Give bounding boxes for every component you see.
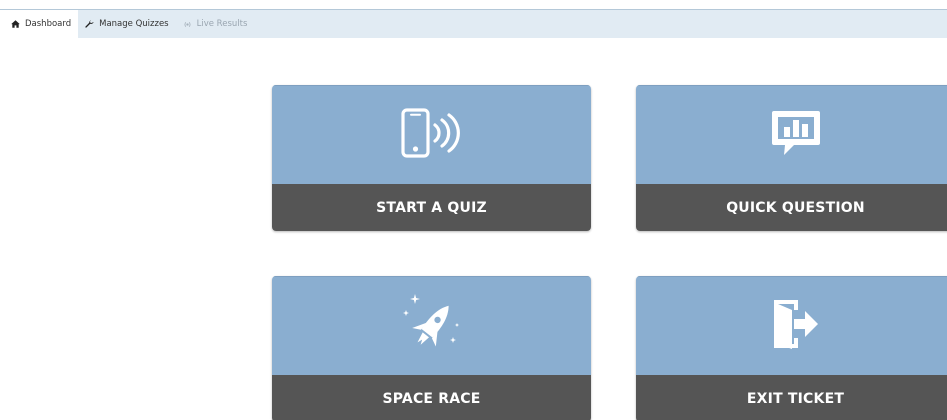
- exit-ticket-tile[interactable]: EXIT TICKET: [636, 276, 947, 420]
- tab-manage-quizzes-label: Manage Quizzes: [99, 19, 169, 29]
- start-quiz-label: START A QUIZ: [272, 184, 591, 231]
- live-icon: [183, 20, 192, 29]
- exit-ticket-label: EXIT TICKET: [636, 375, 947, 420]
- tab-manage-quizzes[interactable]: Manage Quizzes: [78, 10, 176, 38]
- rocket-icon: [399, 291, 465, 362]
- space-race-tile-icon-area: [272, 276, 591, 375]
- tab-dashboard-label: Dashboard: [25, 19, 72, 29]
- space-race-tile[interactable]: SPACE RACE: [272, 276, 591, 420]
- quick-question-tile-icon-area: [636, 85, 947, 184]
- space-race-label: SPACE RACE: [272, 375, 591, 420]
- quick-question-tile[interactable]: QUICK QUESTION: [636, 85, 947, 231]
- exit-ticket-tile-icon-area: [636, 276, 947, 375]
- exit-door-icon: [767, 297, 825, 356]
- wrench-icon: [85, 19, 94, 29]
- tab-dashboard[interactable]: Dashboard: [0, 10, 79, 38]
- start-quiz-tile-icon-area: [272, 85, 591, 184]
- tab-live-results-label: Live Results: [196, 19, 248, 29]
- phone-signal-icon: [400, 107, 464, 163]
- start-quiz-tile[interactable]: START A QUIZ: [272, 85, 591, 231]
- chart-bubble-icon: [769, 108, 823, 163]
- tab-live-results[interactable]: Live Results: [176, 10, 255, 38]
- home-icon: [11, 20, 20, 28]
- main-nav: Dashboard Manage Quizzes Live Results: [0, 10, 947, 38]
- quick-question-label: QUICK QUESTION: [636, 184, 947, 231]
